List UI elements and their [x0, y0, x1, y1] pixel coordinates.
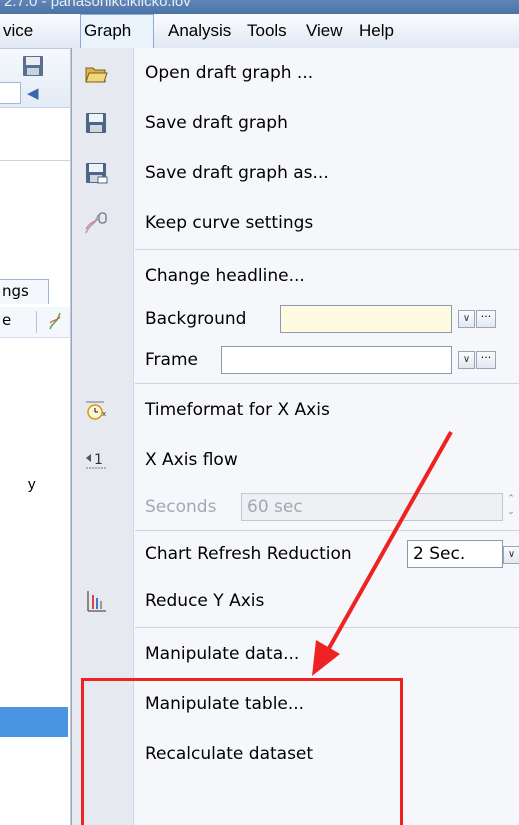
menu-separator: [135, 530, 519, 531]
keep-curve-icon: [85, 212, 107, 234]
background-toolbar: ◀: [0, 49, 72, 108]
menu-tools[interactable]: Tools: [244, 14, 290, 48]
menu-item-x-axis-flow[interactable]: 1 X Axis flow: [72, 435, 519, 485]
menu-bar: vice Graph Analysis Tools View Help: [0, 14, 519, 49]
background-row: e: [0, 307, 72, 338]
background-tab-label: ngs: [0, 279, 49, 304]
menu-item-label: Save draft graph as...: [145, 163, 329, 183]
menu-item-save-draft-graph-as[interactable]: Save draft graph as...: [72, 148, 519, 198]
divider: [0, 160, 72, 161]
menu-item-label: Seconds: [145, 497, 217, 517]
save-icon: [86, 113, 106, 133]
back-arrow-icon[interactable]: ◀: [27, 84, 45, 102]
menu-item-open-draft-graph[interactable]: Open draft graph ...: [72, 48, 519, 98]
divider: [36, 311, 37, 333]
annotation-highlight-box: [81, 678, 403, 825]
menu-item-manipulate-data[interactable]: Manipulate data...: [72, 629, 519, 679]
svg-text:x: x: [102, 410, 106, 418]
menu-item-label: Background: [145, 309, 247, 329]
save-as-icon: [86, 163, 108, 184]
menu-help[interactable]: Help: [356, 14, 397, 48]
menu-item-label: X Axis flow: [145, 450, 238, 470]
menu-item-timeformat-x-axis[interactable]: x Timeformat for X Axis: [72, 385, 519, 435]
menu-item-label: Chart Refresh Reduction: [145, 544, 352, 564]
menu-separator: [135, 627, 519, 628]
menu-separator: [135, 249, 519, 250]
menu-item-label: Timeformat for X Axis: [145, 400, 330, 420]
chart-refresh-value: 2 Sec.: [413, 544, 466, 564]
menu-item-label: Save draft graph: [145, 113, 288, 133]
menu-item-frame[interactable]: Frame ∨ ···: [72, 340, 519, 380]
background-app-panel: ◀ ngs e y: [0, 49, 72, 825]
frame-color-field[interactable]: [221, 346, 452, 374]
menu-item-seconds: Seconds 60 sec ⌃ ⌄: [72, 485, 519, 529]
open-folder-icon: [85, 67, 108, 83]
background-more-button[interactable]: ···: [476, 310, 496, 328]
menu-item-chart-refresh-reduction[interactable]: Chart Refresh Reduction 2 Sec. ∨: [72, 532, 519, 576]
curve-icon[interactable]: [48, 311, 62, 331]
svg-text:1: 1: [94, 452, 103, 468]
menu-separator: [135, 383, 519, 384]
menu-item-label: Reduce Y Axis: [145, 591, 265, 611]
menu-view[interactable]: View: [303, 14, 346, 48]
background-combo[interactable]: [0, 82, 21, 104]
background-dropdown-button[interactable]: ∨: [458, 310, 475, 328]
chart-refresh-select[interactable]: 2 Sec.: [407, 540, 503, 568]
background-row-label: e: [2, 311, 12, 329]
menu-item-background[interactable]: Background ∨ ···: [72, 298, 519, 340]
menu-item-label: Manipulate data...: [145, 644, 300, 664]
menu-item-change-headline[interactable]: Change headline...: [72, 251, 519, 301]
menu-item-label: Frame: [145, 350, 198, 370]
background-color-field[interactable]: [280, 305, 452, 333]
menu-device[interactable]: vice: [0, 14, 36, 48]
seconds-spinner: ⌃ ⌄: [507, 494, 515, 517]
menu-item-keep-curve-settings[interactable]: Keep curve settings: [72, 198, 519, 248]
menu-item-label: Change headline...: [145, 266, 305, 286]
selected-row-highlight: [0, 707, 68, 737]
menu-item-reduce-y-axis[interactable]: Reduce Y Axis: [72, 576, 519, 626]
axis-flow-icon: 1: [86, 452, 106, 469]
window-title-bar: 2.7.0 - panasonikciklicko.lov: [0, 0, 519, 14]
chart-refresh-dropdown-button[interactable]: ∨: [503, 546, 519, 564]
save-icon[interactable]: [22, 55, 44, 77]
menu-item-save-draft-graph[interactable]: Save draft graph: [72, 98, 519, 148]
seconds-input: 60 sec: [241, 493, 503, 521]
reduce-y-axis-icon: [87, 591, 106, 612]
menu-item-label: Open draft graph ...: [145, 63, 314, 83]
background-tab[interactable]: ngs: [0, 271, 72, 304]
background-side-text: y: [28, 476, 36, 493]
menu-item-label: Keep curve settings: [145, 213, 314, 233]
frame-dropdown-button[interactable]: ∨: [458, 351, 475, 369]
menu-graph[interactable]: Graph: [80, 14, 154, 48]
window-title: 2.7.0 - panasonikciklicko.lov: [4, 0, 191, 10]
clock-axis-icon: x: [86, 401, 106, 420]
frame-more-button[interactable]: ···: [476, 351, 496, 369]
menu-analysis[interactable]: Analysis: [165, 14, 234, 48]
seconds-value: 60 sec: [247, 497, 303, 517]
